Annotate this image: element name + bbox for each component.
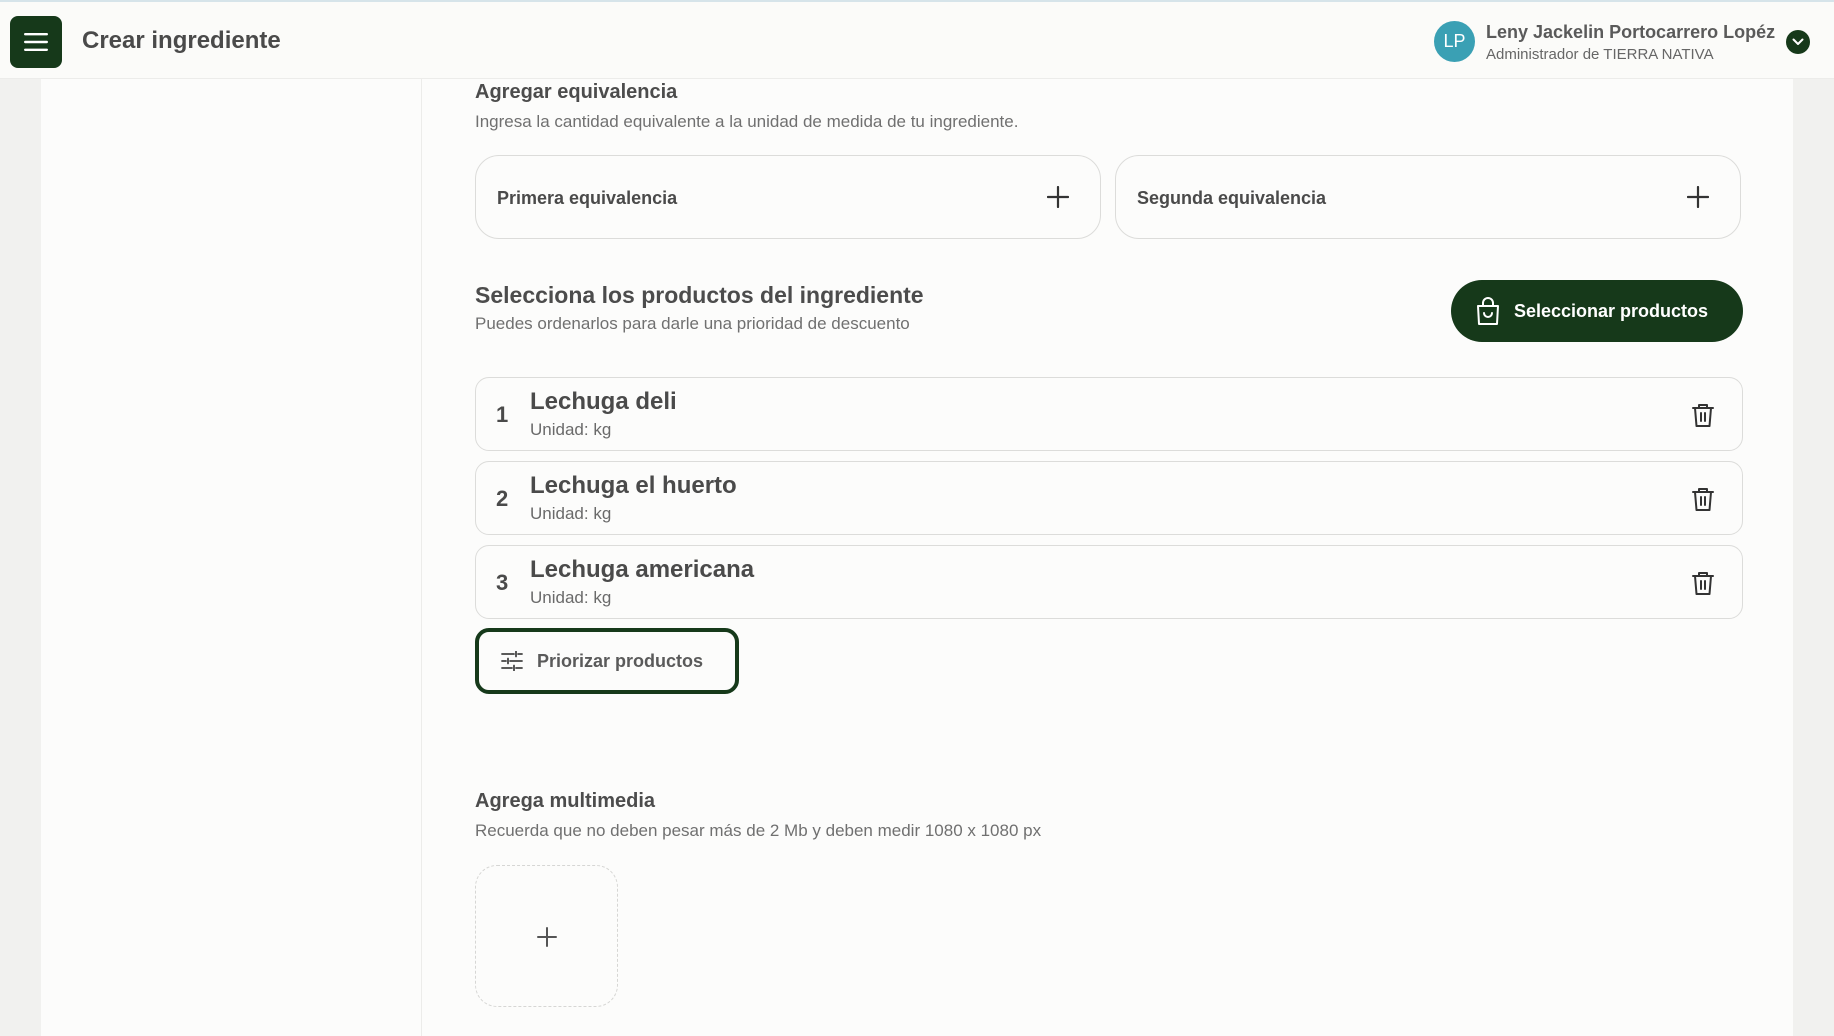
second-equivalence-card[interactable]: Segunda equivalencia <box>1115 155 1741 239</box>
prioritize-products-label: Priorizar productos <box>537 650 704 671</box>
product-order-number: 1 <box>496 402 509 427</box>
delete-product-button[interactable] <box>1688 483 1718 515</box>
product-unit: Unidad: kg <box>530 588 612 607</box>
product-row[interactable]: 3 Lechuga americana Unidad: kg <box>475 545 1743 619</box>
select-products-label: Seleccionar productos <box>1514 300 1709 321</box>
add-media-button[interactable] <box>475 865 618 1007</box>
product-name: Lechuga americana <box>530 556 755 583</box>
plus-icon <box>1687 186 1709 208</box>
user-name: Leny Jackelin Portocarrero Lopéz <box>1486 22 1776 42</box>
product-row[interactable]: 2 Lechuga el huerto Unidad: kg <box>475 461 1743 535</box>
chevron-down-icon <box>1792 38 1804 45</box>
product-order-number: 2 <box>496 486 509 511</box>
menu-button[interactable] <box>10 16 62 68</box>
delete-product-button[interactable] <box>1688 567 1718 599</box>
trash-icon <box>1692 572 1714 595</box>
sidebar-panel <box>41 79 422 1036</box>
multimedia-title: Agrega multimedia <box>475 790 656 812</box>
page-title: Crear ingrediente <box>82 27 281 54</box>
equivalence-title: Agregar equivalencia <box>475 81 678 103</box>
top-bar: Crear ingrediente LP Leny Jackelin Porto… <box>0 0 1834 79</box>
multimedia-subtitle: Recuerda que no deben pesar más de 2 Mb … <box>475 821 1042 840</box>
sliders-icon <box>501 651 523 671</box>
trash-icon <box>1692 488 1714 511</box>
hamburger-menu-icon <box>24 33 48 51</box>
main-panel: Agregar equivalencia Ingresa la cantidad… <box>422 79 1793 1036</box>
select-products-button[interactable]: Seleccionar productos <box>1451 280 1743 342</box>
delete-product-button[interactable] <box>1688 399 1718 431</box>
product-row[interactable]: 1 Lechuga deli Unidad: kg <box>475 377 1743 451</box>
product-name: Lechuga el huerto <box>530 472 737 499</box>
products-title: Selecciona los productos del ingrediente <box>475 282 924 308</box>
product-name: Lechuga deli <box>530 388 677 415</box>
user-menu-button[interactable] <box>1786 30 1810 54</box>
product-unit: Unidad: kg <box>530 504 612 523</box>
first-equivalence-card[interactable]: Primera equivalencia <box>475 155 1101 239</box>
product-order-number: 3 <box>496 570 509 595</box>
equivalence-subtitle: Ingresa la cantidad equivalente a la uni… <box>475 112 1019 131</box>
avatar[interactable]: LP <box>1434 21 1475 62</box>
user-role: Administrador de TIERRA NATIVA <box>1486 46 1714 63</box>
product-unit: Unidad: kg <box>530 420 612 439</box>
products-subtitle: Puedes ordenarlos para darle una priorid… <box>475 314 910 333</box>
shopping-bag-icon <box>1477 297 1499 325</box>
plus-icon <box>1047 186 1069 208</box>
second-equivalence-label: Segunda equivalencia <box>1137 188 1327 208</box>
prioritize-products-button[interactable]: Priorizar productos <box>475 628 739 694</box>
plus-icon <box>537 927 557 947</box>
trash-icon <box>1692 404 1714 427</box>
first-equivalence-label: Primera equivalencia <box>497 188 678 208</box>
